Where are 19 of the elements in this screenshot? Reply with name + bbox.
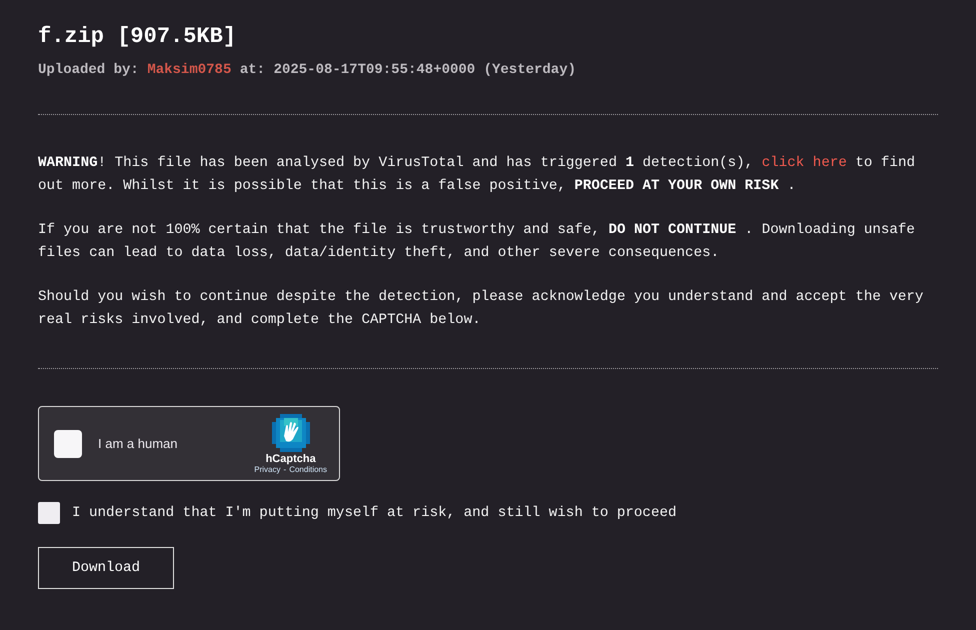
file-title: f.zip [907.5KB] <box>38 23 236 51</box>
captcha-brand: hCaptcha <box>266 452 316 464</box>
captcha-label: I am a human <box>98 436 178 451</box>
acknowledge-label: I understand that I'm putting myself at risk, and still wish to proceed <box>72 505 676 521</box>
acknowledge-checkbox[interactable] <box>38 502 60 524</box>
upload-timestamp: 2025-08-17T09:55:48+0000 (Yesterday) <box>274 62 576 78</box>
warning-paragraph: WARNING! This file has been analysed by VirusTotal and has triggered 1 detection(s), click here to find out more. Whilst it is possible that this is a false positive, PROCEED AT YOUR OWN RISK . <box>38 154 916 196</box>
warning-paragraph: Should you wish to continue despite the detection, please acknowledge you understand and accept the very real risks involved, and complete the CAPTCHA below. <box>38 288 924 330</box>
uploader-link[interactable]: Maksim0785 <box>147 62 232 78</box>
privacy-link[interactable]: Privacy <box>254 464 281 474</box>
warning-paragraph: If you are not 100% certain that the file is trustworthy and safe, DO NOT CONTINUE . Downloading unsafe files can lead to data loss, data/identity theft, and other severe consequences. <box>38 221 916 263</box>
details-link[interactable]: click here <box>762 155 847 171</box>
hand-logo-icon <box>272 414 310 452</box>
uploaded-at-label: at: <box>240 62 266 78</box>
conditions-link[interactable]: Conditions <box>289 464 327 474</box>
uploaded-by-label: Uploaded by: <box>38 62 139 78</box>
download-button[interactable]: Download <box>38 547 174 589</box>
link-separator: - <box>284 464 286 474</box>
captcha-checkbox[interactable] <box>54 430 82 458</box>
